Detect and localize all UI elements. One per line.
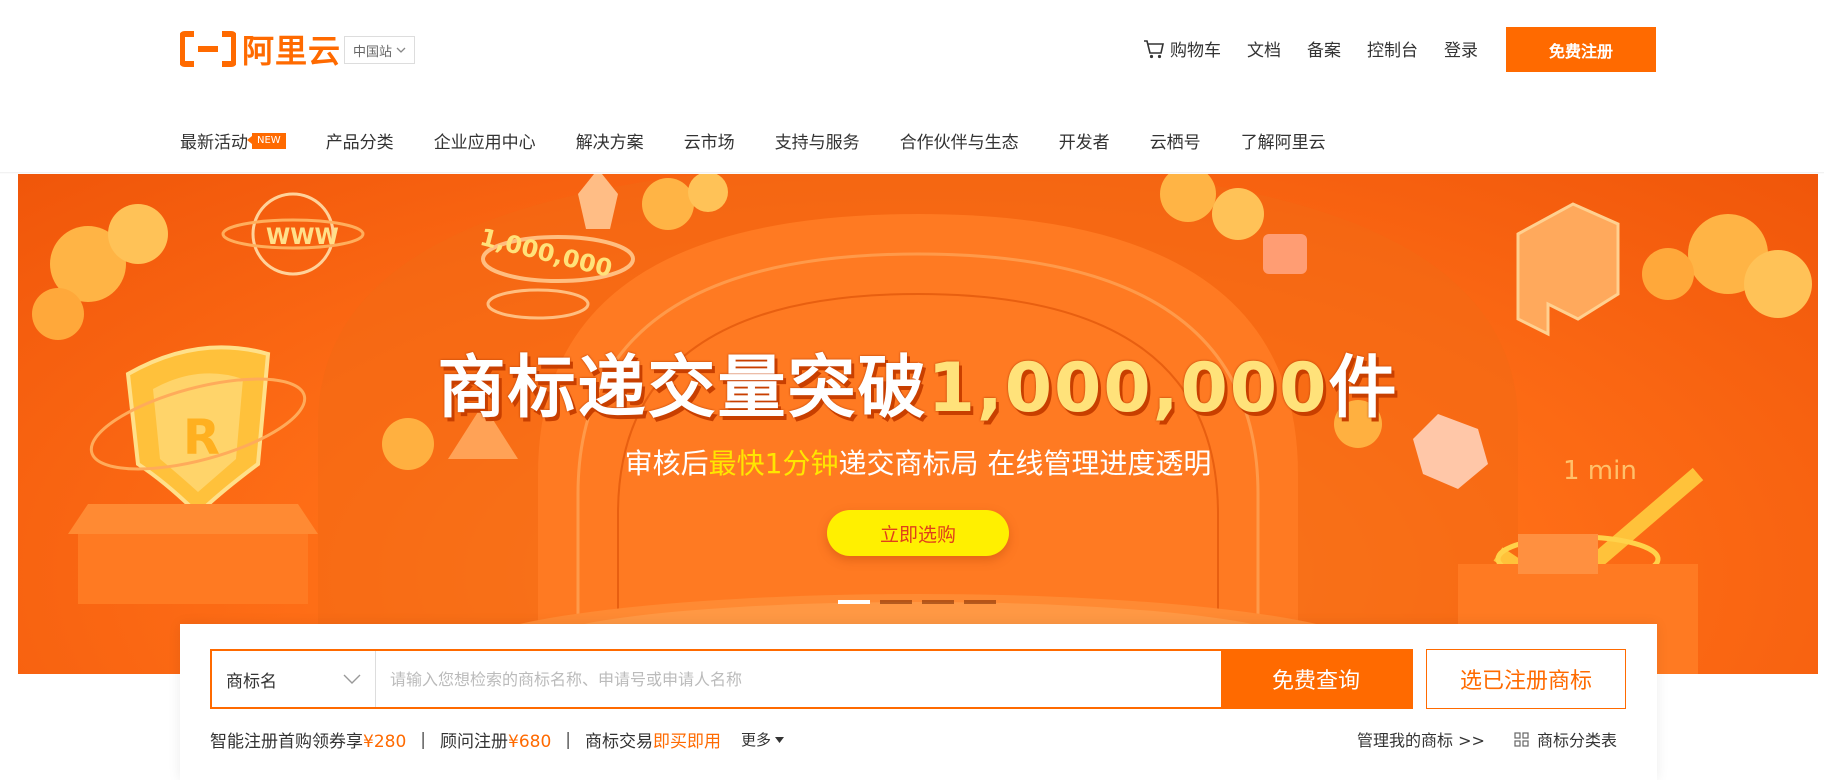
- promo-highlight: 即买即用: [653, 732, 721, 752]
- banner-title: 商标递交量突破1,000,000件: [18, 332, 1818, 431]
- nav-developers[interactable]: 开发者: [1059, 128, 1110, 153]
- logo-bracket-icon: [180, 31, 236, 67]
- docs-link[interactable]: 文档: [1247, 36, 1281, 61]
- divider: |: [565, 729, 571, 750]
- caret-down-icon: [775, 736, 785, 743]
- promo-label: 商标交易: [585, 732, 653, 752]
- divider: |: [420, 729, 426, 750]
- search-input[interactable]: [376, 651, 1221, 707]
- banner-subtitle-post: 递交商标局 在线管理进度透明: [838, 447, 1212, 480]
- nav-about[interactable]: 了解阿里云: [1241, 128, 1326, 153]
- banner-title-prefix: 商标递交量突破: [437, 349, 928, 428]
- nav-label: 最新活动: [180, 133, 248, 153]
- promo-label: 顾问注册: [440, 732, 508, 752]
- site-selector[interactable]: 中国站: [344, 36, 416, 64]
- search-box: 商标名 免费查询: [210, 649, 1413, 709]
- nav-latest-activity[interactable]: 最新活动 NEW: [180, 128, 286, 153]
- banner-subtitle: 审核后最快1分钟递交商标局 在线管理进度透明: [18, 442, 1818, 482]
- banner-subtitle-highlight: 最快1分钟: [708, 447, 839, 480]
- console-link[interactable]: 控制台: [1367, 36, 1418, 61]
- nav-yunqi[interactable]: 云栖号: [1150, 128, 1201, 153]
- buy-now-button[interactable]: 立即选购: [827, 510, 1009, 556]
- trademark-category-link[interactable]: 商标分类表: [1514, 727, 1617, 751]
- chevron-down-icon: [396, 47, 406, 53]
- manage-trademarks-link[interactable]: 管理我的商标 >>: [1357, 727, 1485, 751]
- carousel-dot-4[interactable]: [964, 600, 996, 604]
- filing-link[interactable]: 备案: [1307, 36, 1341, 61]
- category-label: 商标分类表: [1537, 731, 1618, 750]
- new-badge: NEW: [247, 132, 286, 149]
- nav-enterprise-apps[interactable]: 企业应用中心: [434, 128, 536, 153]
- banner-title-suffix: 件: [1328, 349, 1399, 428]
- carousel-dot-3[interactable]: [922, 600, 954, 604]
- main-nav: 最新活动 NEW 产品分类 企业应用中心 解决方案 云市场 支持与服务 合作伙伴…: [180, 128, 1366, 153]
- chevron-down-icon: [343, 674, 361, 684]
- carousel-indicators: [838, 600, 996, 604]
- grid-icon: [1514, 731, 1529, 747]
- promo-smart-register[interactable]: 智能注册首购领券享¥280: [210, 727, 406, 752]
- promo-trademark-trade[interactable]: 商标交易即买即用: [585, 727, 721, 752]
- more-label: 更多: [741, 731, 772, 749]
- nav-solutions[interactable]: 解决方案: [576, 128, 644, 153]
- cart-icon: [1144, 39, 1164, 58]
- www-text: WWW: [266, 225, 339, 250]
- nav-partners[interactable]: 合作伙伴与生态: [900, 128, 1019, 153]
- banner-title-number: 1,000,000: [927, 349, 1329, 428]
- promo-price: ¥280: [363, 732, 407, 752]
- more-dropdown[interactable]: 更多: [741, 729, 785, 750]
- register-button[interactable]: 免费注册: [1506, 27, 1656, 72]
- cart-link[interactable]: 购物车: [1143, 36, 1221, 61]
- search-type-label: 商标名: [226, 671, 277, 692]
- logo-text: 阿里云: [242, 32, 342, 70]
- site-selector-label: 中国站: [353, 44, 393, 60]
- promo-label: 智能注册首购领券享: [210, 732, 363, 752]
- select-registered-trademark-button[interactable]: 选已注册商标: [1426, 649, 1626, 709]
- carousel-dot-1[interactable]: [838, 600, 870, 604]
- carousel-dot-2[interactable]: [880, 600, 912, 604]
- aliyun-logo[interactable]: 阿里云: [180, 30, 341, 70]
- promo-row: 智能注册首购领券享¥280 | 顾问注册¥680 | 商标交易即买即用 更多: [210, 727, 785, 752]
- banner-subtitle-pre: 审核后: [624, 447, 709, 480]
- search-type-dropdown[interactable]: 商标名: [212, 651, 376, 707]
- free-search-button[interactable]: 免费查询: [1221, 651, 1411, 707]
- nav-support[interactable]: 支持与服务: [775, 128, 860, 153]
- promo-price: ¥680: [508, 732, 552, 752]
- top-header: 阿里云 中国站 购物车 文档 备案 控制台 登录 免费注册: [0, 0, 1824, 100]
- top-nav: 购物车 文档 备案 控制台 登录: [1143, 36, 1478, 61]
- promo-consultant-register[interactable]: 顾问注册¥680: [440, 727, 551, 752]
- nav-marketplace[interactable]: 云市场: [684, 128, 735, 153]
- login-link[interactable]: 登录: [1444, 36, 1478, 61]
- cart-label: 购物车: [1170, 41, 1221, 61]
- hero-banner[interactable]: WWW 1,000,000 R 1 min 商标递交量突破1,000,000件 …: [18, 174, 1818, 674]
- nav-products[interactable]: 产品分类: [326, 128, 394, 153]
- trademark-search-card: 商标名 免费查询 选已注册商标 智能注册首购领券享¥280 | 顾问注册¥680…: [180, 624, 1657, 780]
